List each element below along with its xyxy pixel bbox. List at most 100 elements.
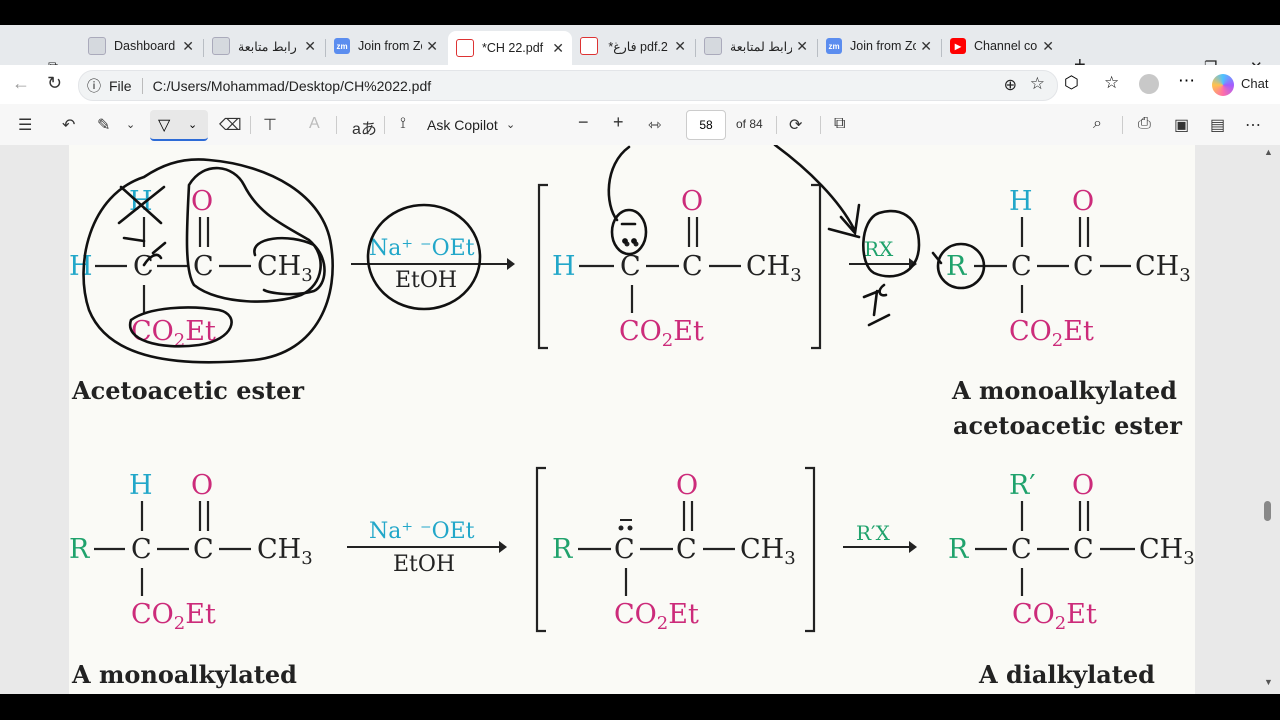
chevron-down-icon[interactable]: ⌄ [506,118,515,131]
eraser-icon[interactable]: ⌫ [219,115,242,135]
c-atom: C [133,251,154,282]
favorites-icon[interactable]: ☆ [1104,73,1119,93]
subscript: 2 [657,613,668,634]
extensions-icon[interactable]: ⬡ [1064,73,1079,93]
toolbar-divider [776,116,777,134]
zoom-out-icon[interactable]: − [578,112,589,133]
tab-follow-link-2[interactable]: رابط لمتابعة ✕ [696,31,816,61]
subscript: 3 [784,548,795,569]
h-atom: H [1009,186,1033,217]
arrow-head [499,541,507,553]
vertical-scrollbar[interactable]: ▲ ▼ [1261,145,1275,694]
co2et-group: CO2Et [619,316,704,351]
chat-button[interactable]: Chat [1241,76,1268,91]
chevron-down-icon: ⌄ [188,119,198,131]
page-icon [212,37,230,55]
more-options-icon[interactable]: ⋯ [1245,115,1261,135]
chevron-down-icon[interactable]: ⌄ [126,118,135,131]
draw-tool-button[interactable]: ▽ ⌄ [150,110,208,141]
toolbar-divider [250,116,251,134]
close-icon[interactable]: ✕ [552,40,564,57]
fit-page-icon[interactable]: ⇿ [648,115,661,135]
rx-reagent: RX [864,237,894,261]
close-icon[interactable]: ✕ [304,38,316,55]
tab-empty-pdf[interactable]: PDF *فارغ pdf.2 ✕ [572,31,694,61]
lone-pair-dot [618,525,624,531]
zoom-icon: zm [334,38,350,54]
profile-avatar[interactable] [1139,74,1159,94]
tab-label: رابط لمتابعة [730,39,793,54]
save-as-icon[interactable]: ▤ [1210,115,1225,135]
print-icon[interactable]: ⎙ [1138,115,1151,133]
et-text: Et [668,599,699,630]
zoom-icon: zm [826,38,842,54]
ask-copilot-button[interactable]: Ask Copilot [427,117,498,133]
ink-scribble [862,283,891,327]
tab-youtube[interactable]: ▶ Channel con ✕ [942,31,1062,61]
ink-circle-carbanion [610,208,648,256]
page-icon [88,37,106,55]
tab-zoom-2[interactable]: zm Join from Zo ✕ [818,31,940,61]
subscript: 2 [1055,613,1066,634]
back-arrow-icon[interactable]: ← [12,73,30,94]
r-group: R [946,251,967,282]
scroll-down-icon[interactable]: ▼ [1264,677,1273,687]
refresh-icon[interactable]: ↻ [47,73,62,94]
url-divider [141,77,143,94]
tab-dashboard[interactable]: Dashboard | ✕ [80,31,202,61]
close-icon[interactable]: ✕ [182,38,194,55]
carbanion-c: C [620,251,641,282]
c-atom: C [1011,251,1032,282]
info-icon[interactable]: ⓘ [87,76,101,96]
url-field[interactable]: ⓘ File C:/Users/Mohammad/Desktop/CH%2022… [78,70,1058,101]
highlight-icon[interactable]: ✎ [97,115,110,135]
rotate-icon[interactable]: ⟳ [789,115,802,135]
tab-label: Join from Zo [850,39,917,53]
close-icon[interactable]: ✕ [1042,38,1054,55]
tab-ch22-pdf[interactable]: PDF *CH 22.pdf ✕ [448,31,572,65]
favorite-star-icon[interactable]: ☆ [1030,74,1045,94]
zoom-in-icon[interactable]: + [613,112,624,133]
pdf-viewer[interactable]: H O H C C CH3 CO2Et Acetoacetic ester Na… [0,145,1280,694]
pdf-page: H O H C C CH3 CO2Et Acetoacetic ester Na… [69,145,1195,694]
text-format-icon[interactable]: A [309,115,320,133]
reagent-label: Na⁺ ⁻OEt [369,236,475,261]
arrow-head [909,541,917,553]
close-icon[interactable]: ✕ [796,38,808,55]
label-monoalkylated: A monoalkylated [951,376,1177,405]
tab-label: *CH 22.pdf [482,41,544,55]
close-icon[interactable]: ✕ [920,38,932,55]
tab-follow-link[interactable]: رابط متابعة JI ✕ [204,31,324,61]
page-number-input[interactable]: 58 [686,110,726,140]
o-atom: O [191,186,213,217]
reaction-scheme: H O H C C CH3 CO2Et Acetoacetic ester Na… [69,145,1195,689]
arrow-head [507,258,515,270]
monoalkylated-reactant: H O R C C CH3 CO2Et [69,470,313,634]
reaction-arrow-4: R′X [843,521,917,553]
copilot-small-icon[interactable]: ⟟ [400,115,406,133]
undo-icon[interactable]: ↶ [62,115,75,135]
contents-list-icon[interactable]: ☰ [18,115,32,135]
search-icon[interactable]: ⌕ [1093,115,1102,133]
label-acetoacetic-ester: Acetoacetic ester [71,376,304,405]
right-bracket [805,466,816,633]
close-icon[interactable]: ✕ [426,38,438,55]
page-view-icon[interactable]: ⧉ [834,115,845,133]
tab-zoom-1[interactable]: zm Join from Zo ✕ [326,31,446,61]
co-text: CO [1009,316,1052,347]
left-bracket [535,466,546,633]
co2et-group: CO2Et [131,599,216,634]
add-text-icon[interactable]: ⊤ [263,115,277,135]
scroll-thumb[interactable] [1264,501,1271,521]
scroll-up-icon[interactable]: ▲ [1264,147,1273,157]
more-menu-icon[interactable]: ⋯ [1178,71,1195,91]
save-icon[interactable]: ▣ [1174,115,1189,135]
read-aloud-icon[interactable]: aあ [352,115,377,139]
subscript: 3 [301,548,312,569]
copilot-icon[interactable] [1212,74,1234,96]
tab-label: Channel con [974,39,1039,53]
tab-strip: ⌄ ⧉ Dashboard | ✕ رابط متابعة JI ✕ zm Jo… [0,25,1280,76]
close-icon[interactable]: ✕ [674,38,686,55]
zoom-page-icon[interactable]: ⊕ [1004,75,1017,95]
rprime-group: R′ [1009,470,1035,501]
